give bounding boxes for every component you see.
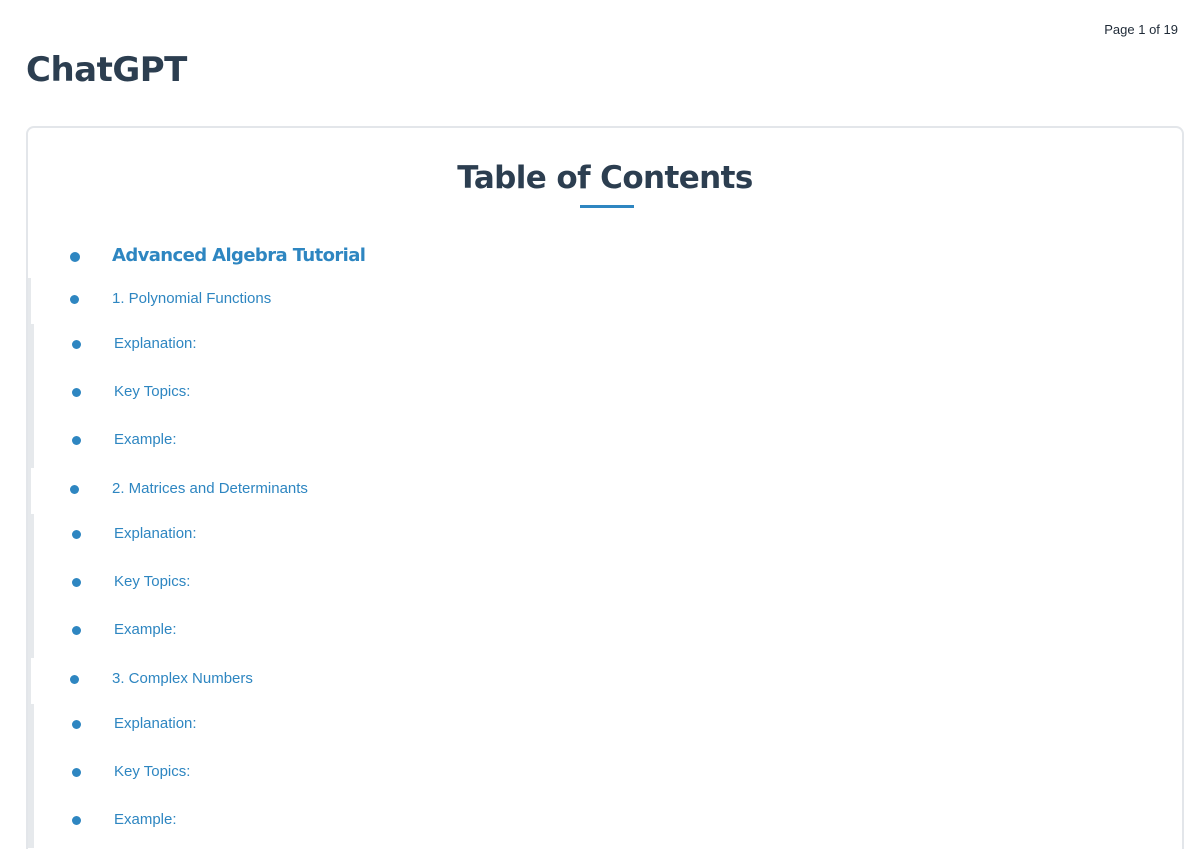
bullet-icon xyxy=(70,675,79,684)
toc-subsection-item[interactable]: Key Topics: xyxy=(34,562,1182,610)
toc-heading: Table of Contents xyxy=(457,160,753,196)
toc-subsection-link[interactable]: Explanation: xyxy=(114,335,197,352)
toc-subsection-item[interactable]: Explanation: xyxy=(34,704,1182,752)
bullet-icon xyxy=(72,816,81,825)
toc-section-row[interactable]: 2. Matrices and Determinants xyxy=(31,468,1182,514)
toc-card: Table of Contents Advanced Algebra Tutor… xyxy=(26,126,1184,849)
bullet-icon xyxy=(72,388,81,397)
toc-subsection-item[interactable]: Example: xyxy=(34,800,1182,848)
bullet-icon xyxy=(72,340,81,349)
toc-subsection-list: Explanation: Key Topics: Example: xyxy=(31,704,1182,848)
toc-root-link[interactable]: Advanced Algebra Tutorial xyxy=(112,245,366,266)
toc-section-list: 1. Polynomial Functions Explanation: Key… xyxy=(28,278,1182,848)
toc-section-item: 2. Matrices and Determinants Explanation… xyxy=(31,468,1182,658)
toc-subsection-list: Explanation: Key Topics: Example: xyxy=(31,514,1182,658)
toc-subsection-list: Explanation: Key Topics: Example: xyxy=(31,324,1182,468)
app-title: ChatGPT xyxy=(26,50,187,90)
toc-section-link[interactable]: 2. Matrices and Determinants xyxy=(112,480,308,497)
toc-subsection-link[interactable]: Example: xyxy=(114,621,177,638)
toc-subsection-item[interactable]: Explanation: xyxy=(34,324,1182,372)
bullet-icon xyxy=(72,578,81,587)
bullet-icon xyxy=(70,252,80,262)
toc-section-row[interactable]: 3. Complex Numbers xyxy=(31,658,1182,704)
bullet-icon xyxy=(72,768,81,777)
toc-section-row[interactable]: 1. Polynomial Functions xyxy=(31,278,1182,324)
bullet-icon xyxy=(72,436,81,445)
toc-subsection-link[interactable]: Example: xyxy=(114,811,177,828)
toc-section-item: 3. Complex Numbers Explanation: Key Topi… xyxy=(31,658,1182,848)
toc-root-item: Advanced Algebra Tutorial 1. Polynomial … xyxy=(28,238,1182,848)
toc-subsection-item[interactable]: Example: xyxy=(34,420,1182,468)
page-counter: Page 1 of 19 xyxy=(1104,22,1178,37)
toc-heading-underline xyxy=(580,205,634,208)
toc-subsection-item[interactable]: Explanation: xyxy=(34,514,1182,562)
bullet-icon xyxy=(70,485,79,494)
toc-subsection-link[interactable]: Key Topics: xyxy=(114,383,190,400)
toc-subsection-link[interactable]: Example: xyxy=(114,431,177,448)
document-page: Page 1 of 19 ChatGPT Table of Contents A… xyxy=(0,0,1200,849)
bullet-icon xyxy=(72,720,81,729)
bullet-icon xyxy=(72,530,81,539)
toc-subsection-link[interactable]: Key Topics: xyxy=(114,763,190,780)
toc-section-link[interactable]: 3. Complex Numbers xyxy=(112,670,253,687)
toc-root-row[interactable]: Advanced Algebra Tutorial xyxy=(28,238,1182,278)
bullet-icon xyxy=(70,295,79,304)
toc-subsection-item[interactable]: Key Topics: xyxy=(34,372,1182,420)
toc-subsection-item[interactable]: Key Topics: xyxy=(34,752,1182,800)
toc-subsection-link[interactable]: Explanation: xyxy=(114,715,197,732)
toc-section-link[interactable]: 1. Polynomial Functions xyxy=(112,290,271,307)
toc-section-item: 1. Polynomial Functions Explanation: Key… xyxy=(31,278,1182,468)
toc-subsection-link[interactable]: Explanation: xyxy=(114,525,197,542)
table-of-contents: Advanced Algebra Tutorial 1. Polynomial … xyxy=(28,238,1182,848)
bullet-icon xyxy=(72,626,81,635)
toc-subsection-item[interactable]: Example: xyxy=(34,610,1182,658)
toc-subsection-link[interactable]: Key Topics: xyxy=(114,573,190,590)
